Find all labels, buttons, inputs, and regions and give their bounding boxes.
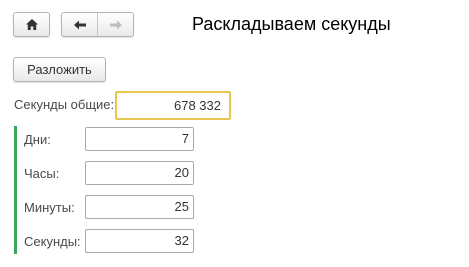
hours-label: Часы: (24, 166, 60, 181)
minutes-input[interactable]: 25 (85, 195, 194, 219)
days-input[interactable]: 7 (85, 127, 194, 151)
seconds-input[interactable]: 32 (85, 229, 194, 253)
minutes-label: Минуты: (24, 200, 75, 215)
split-button[interactable]: Разложить (13, 57, 106, 82)
form-title: Раскладываем секунды (192, 14, 391, 34)
back-button[interactable] (62, 13, 97, 36)
total-seconds-input[interactable]: 678 332 (115, 91, 231, 120)
group-indicator-bar (14, 126, 17, 254)
navigation-group (61, 12, 134, 37)
home-button[interactable] (13, 12, 50, 37)
arrow-right-icon (109, 20, 122, 29)
days-label: Дни: (24, 132, 51, 147)
hours-input[interactable]: 20 (85, 161, 194, 185)
seconds-label: Секунды: (24, 234, 81, 249)
home-icon (25, 19, 38, 30)
forward-button[interactable] (98, 13, 133, 36)
arrow-left-icon (73, 20, 86, 29)
total-seconds-label: Секунды общие: (14, 97, 115, 112)
